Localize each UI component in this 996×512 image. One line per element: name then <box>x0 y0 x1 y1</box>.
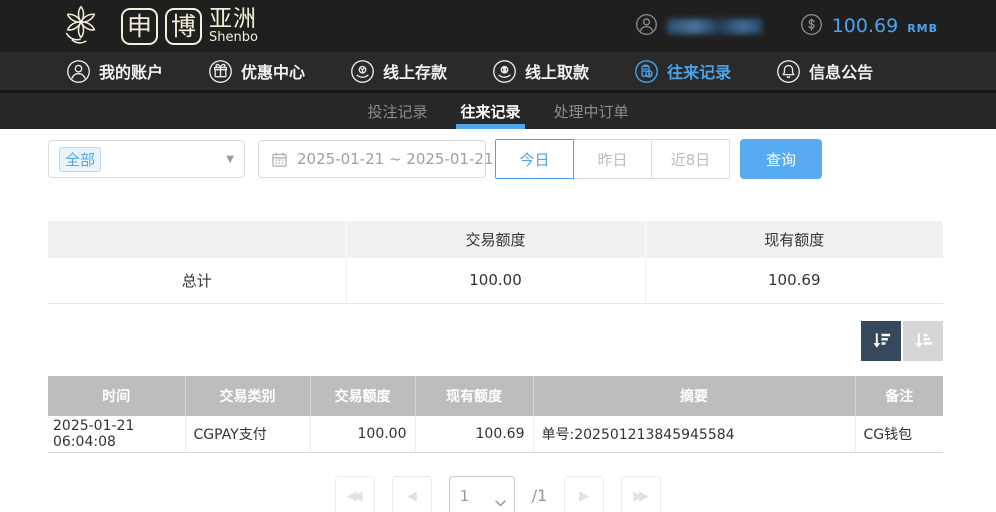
page-select[interactable]: 1 <box>449 476 515 512</box>
logo-char-1: 申 <box>121 8 158 45</box>
summary-header-row: 交易额度 现有额度 <box>48 221 943 258</box>
select-caret-icon: ▼ <box>226 154 234 165</box>
tab-betting-records[interactable]: 投注记录 <box>365 93 429 129</box>
table-row: 2025-01-21 06:04:08 CGPAY支付 100.00 100.6… <box>48 416 943 453</box>
balance-display: 100.69 RMB <box>800 13 938 40</box>
logo-char-2: 博 <box>165 8 202 45</box>
balance-amount: 100.69 <box>832 15 898 37</box>
transactions-icon <box>634 59 659 84</box>
summary-total-label: 总计 <box>48 258 346 303</box>
sort-asc-icon <box>912 329 935 352</box>
nav-item-label: 线上取款 <box>525 59 589 83</box>
flower-logo-icon <box>50 1 112 51</box>
tab-transaction-records[interactable]: 往来记录 <box>458 93 522 129</box>
page-total-label: /1 <box>532 476 548 512</box>
quick-range-group: 今日 昨日 近8日 <box>495 139 730 179</box>
content-area: 全部 ▼ 2025-01-21 ~ 2025-01-21 今日 昨日 近8日 <box>0 139 996 512</box>
range-yesterday-button[interactable]: 昨日 <box>573 139 652 179</box>
date-range-value: 2025-01-21 ~ 2025-01-21 <box>297 150 493 168</box>
summary-total-current-balance: 100.69 <box>645 258 943 303</box>
records-header-type: 交易类别 <box>185 376 310 416</box>
nav-item-deposit[interactable]: 线上存款 <box>350 59 447 84</box>
records-header-amount: 交易额度 <box>310 376 415 416</box>
record-summary: 单号:202501213845945584 <box>533 416 855 453</box>
dollar-circle-icon <box>800 13 823 40</box>
search-button[interactable]: 查询 <box>740 139 822 179</box>
tab-processing-orders[interactable]: 处理中订单 <box>552 93 631 129</box>
sort-desc-icon <box>870 329 893 352</box>
records-header-summary: 摘要 <box>533 376 855 416</box>
calendar-icon <box>271 151 288 168</box>
summary-table: 交易额度 现有额度 总计 100.00 100.69 <box>48 221 943 304</box>
topbar: 申 博 亚洲 Shenbo <box>0 0 996 52</box>
balance-currency: RMB <box>907 22 938 35</box>
range-last8days-button[interactable]: 近8日 <box>651 139 730 179</box>
logo-region: 亚洲 <box>209 7 258 31</box>
type-select[interactable]: 全部 ▼ <box>48 140 245 178</box>
nav-item-promotions[interactable]: 优惠中心 <box>208 59 305 84</box>
last-page-icon: ▶▶ <box>633 489 649 504</box>
main-nav: 我的账户 优惠中心 <box>0 52 996 93</box>
app-window: 申 博 亚洲 Shenbo <box>0 0 996 512</box>
sort-descending-button[interactable] <box>861 321 901 361</box>
type-select-value: 全部 <box>59 147 101 172</box>
nav-item-withdraw[interactable]: 线上取款 <box>492 59 589 84</box>
records-header-balance: 现有额度 <box>415 376 533 416</box>
prev-page-button[interactable]: ◀ <box>392 476 432 512</box>
records-header-row: 时间 交易类别 交易额度 现有额度 摘要 备注 <box>48 376 943 416</box>
summary-header-empty <box>48 221 346 258</box>
nav-item-label: 我的账户 <box>99 59 163 83</box>
record-balance: 100.69 <box>415 416 533 453</box>
nav-item-label: 线上存款 <box>383 59 447 83</box>
records-table: 时间 交易类别 交易额度 现有额度 摘要 备注 2025-01-21 06:04… <box>48 376 943 454</box>
summary-header-transaction-amount: 交易额度 <box>346 221 645 258</box>
nav-item-label: 往来记录 <box>667 59 731 83</box>
date-range-input[interactable]: 2025-01-21 ~ 2025-01-21 <box>258 140 486 178</box>
withdraw-icon <box>492 59 517 84</box>
user-icon <box>635 13 658 40</box>
next-page-button[interactable]: ▶ <box>564 476 604 512</box>
last-page-button[interactable]: ▶▶ <box>621 476 661 512</box>
prev-page-icon: ◀ <box>407 489 417 504</box>
username-redacted <box>667 19 762 34</box>
nav-item-transactions[interactable]: 往来记录 <box>634 59 731 84</box>
next-page-icon: ▶ <box>579 489 589 504</box>
record-type: CGPAY支付 <box>185 416 310 453</box>
deposit-icon <box>350 59 375 84</box>
nav-item-my-account[interactable]: 我的账户 <box>66 59 163 84</box>
nav-item-label: 优惠中心 <box>241 59 305 83</box>
brand-logo: 申 博 亚洲 Shenbo <box>50 1 258 51</box>
records-header-time: 时间 <box>48 376 185 416</box>
gift-icon <box>208 59 233 84</box>
table-row: 总计 100.00 100.69 <box>48 258 943 303</box>
records-header-remark: 备注 <box>855 376 943 416</box>
record-remark: CG钱包 <box>855 416 943 453</box>
nav-item-label: 信息公告 <box>809 59 873 83</box>
logo-subtitle: Shenbo <box>209 31 258 45</box>
sub-nav: 投注记录 往来记录 处理中订单 <box>0 93 996 129</box>
summary-header-current-balance: 现有额度 <box>645 221 943 258</box>
pagination: ◀◀ ◀ 1 /1 ▶ ▶▶ <box>0 476 996 512</box>
record-amount: 100.00 <box>310 416 415 453</box>
sort-controls <box>0 321 943 361</box>
range-today-button[interactable]: 今日 <box>495 139 574 179</box>
sort-ascending-button[interactable] <box>903 321 943 361</box>
record-time: 2025-01-21 06:04:08 <box>48 416 185 453</box>
first-page-button[interactable]: ◀◀ <box>335 476 375 512</box>
filter-bar: 全部 ▼ 2025-01-21 ~ 2025-01-21 今日 昨日 近8日 <box>48 139 943 179</box>
user-icon <box>66 59 91 84</box>
nav-item-announcements[interactable]: 信息公告 <box>776 59 873 84</box>
account-button[interactable] <box>635 13 762 40</box>
first-page-icon: ◀◀ <box>347 489 363 504</box>
summary-total-transaction-amount: 100.00 <box>346 258 645 303</box>
bell-icon <box>776 59 801 84</box>
